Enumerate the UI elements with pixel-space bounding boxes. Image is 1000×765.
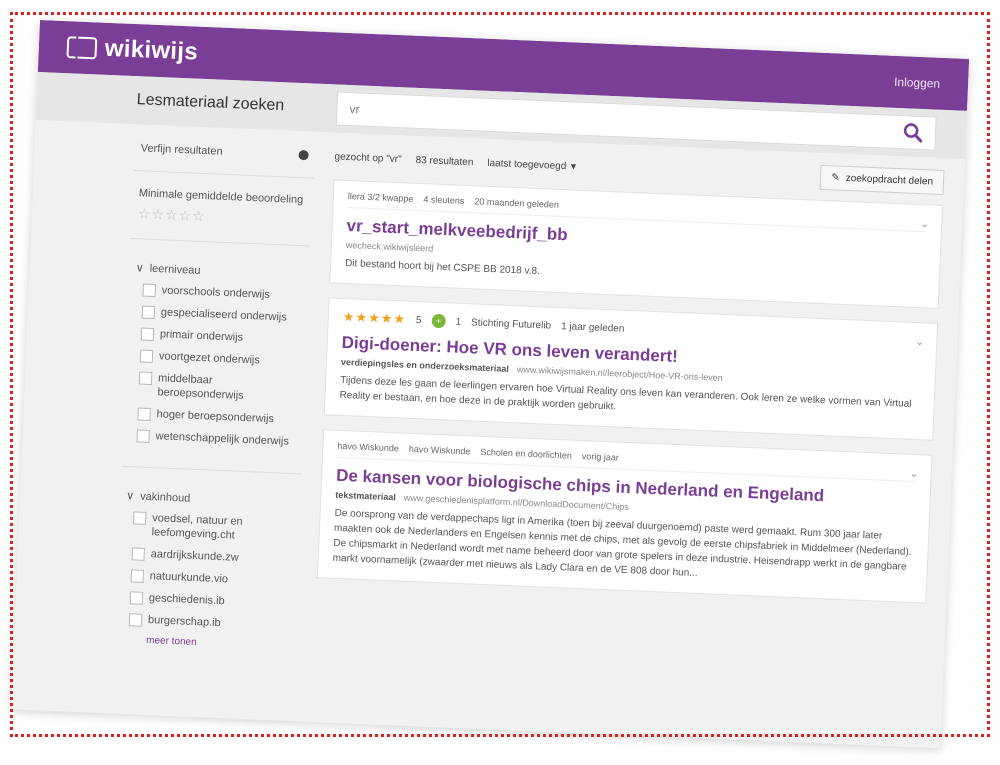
badge-count: 1: [455, 316, 462, 328]
plus-badge-icon: +: [431, 313, 446, 329]
facet-option[interactable]: hoger beroepsonderwijs: [137, 406, 297, 427]
sidebar: Verfijn resultaten Minimale gemiddelde b…: [114, 134, 316, 660]
facet-option[interactable]: middelbaar beroepsonderwijs: [138, 370, 299, 405]
facet-option[interactable]: burgerschap.ib: [128, 612, 289, 633]
search-title: Lesmateriaal zoeken: [136, 91, 285, 115]
facet-option-label: voorschools onderwijs: [161, 284, 271, 301]
checkbox[interactable]: [132, 511, 147, 525]
checkbox[interactable]: [138, 371, 153, 386]
facet-option-label: voortgezet onderwijs: [158, 350, 261, 367]
tag: vorig jaar: [581, 451, 620, 463]
tag: Scholen en doorlichten: [480, 446, 573, 461]
star-rating: ★★★★★: [342, 308, 407, 327]
page-screenshot: wikiwijs Inloggen Lesmateriaal zoeken vr…: [11, 20, 970, 749]
result-type: tekstmateriaal: [335, 489, 397, 503]
tag: 4 sleutens: [423, 194, 465, 206]
book-logo-icon: [66, 36, 98, 60]
tag: havo Wiskunde: [337, 440, 400, 454]
facet-option-label: gespecialiseerd onderwijs: [160, 306, 287, 324]
checkbox[interactable]: [141, 305, 156, 320]
refine-label: Verfijn resultaten: [140, 142, 223, 158]
facet-leerniveau: ∨ leerniveau voorschools onderwijs gespec…: [122, 247, 311, 465]
facet-option[interactable]: natuurkunde.vio: [130, 568, 291, 589]
facet-option-label: primair onderwijs: [159, 328, 244, 344]
result-author[interactable]: Stichting Futurelib: [471, 317, 551, 331]
sort-select[interactable]: laatst toegevoegd ▼: [487, 158, 578, 173]
facet-option-label: voedsel, natuur en leefomgeving.cht: [151, 512, 243, 542]
gear-icon[interactable]: [298, 149, 309, 161]
result-type: verdiepingsles en onderzoeksmateriaal: [340, 356, 510, 374]
facet-title[interactable]: vakinhoud: [140, 490, 191, 504]
facet-option-label: wetenschappelijk onderwijs: [155, 430, 290, 448]
facet-option[interactable]: voedsel, natuur en leefomgeving.cht: [132, 510, 293, 545]
chevron-down-icon[interactable]: ⌄: [915, 335, 925, 348]
facet-option[interactable]: voortgezet onderwijs: [139, 348, 300, 369]
facet-option-label: middelbaar beroepsonderwijs: [157, 372, 244, 402]
results-column: gezocht op "vr" 83 resultaten laatst toe…: [313, 142, 945, 686]
checkbox[interactable]: [130, 569, 145, 583]
search-query: vr: [349, 102, 360, 117]
result-count: 83 resultaten: [415, 154, 474, 169]
facet-option[interactable]: geschiedenis.ib: [129, 590, 290, 611]
login-link[interactable]: Inloggen: [894, 75, 941, 91]
facet-option[interactable]: voorschools onderwijs: [142, 283, 303, 304]
searched-label[interactable]: gezocht op "vr": [334, 151, 402, 165]
result-card[interactable]: llera 3/2 kwappe 4 sleutens 20 maanden g…: [329, 179, 944, 309]
facet-vakinhoud: ∨ vakinhoud voedsel, natuur en leefomgevi…: [114, 475, 301, 660]
chevron-down-icon[interactable]: ∨: [126, 489, 135, 502]
facet-option[interactable]: primair onderwijs: [140, 327, 301, 348]
chevron-down-icon[interactable]: ∨: [135, 261, 144, 274]
sort-label: laatst toegevoegd: [487, 157, 567, 173]
result-age: 1 jaar geleden: [560, 320, 625, 335]
facet-option[interactable]: gespecialiseerd onderwijs: [141, 305, 302, 326]
share-search-label: zoekopdracht delen: [845, 172, 934, 188]
checkbox[interactable]: [142, 283, 157, 298]
result-card[interactable]: havo Wiskunde havo Wiskunde Scholen en d…: [316, 429, 933, 604]
share-search-button[interactable]: ✎ zoekopdracht delen: [819, 164, 945, 195]
show-more-link[interactable]: meer tonen: [146, 635, 288, 652]
checkbox[interactable]: [128, 613, 143, 627]
tag: havo Wiskunde: [408, 443, 471, 457]
pencil-icon: ✎: [831, 172, 841, 184]
rating-count: 5: [415, 314, 422, 326]
checkbox[interactable]: [129, 591, 144, 605]
brand-name: wikiwijs: [104, 34, 199, 66]
chevron-down-icon[interactable]: ⌄: [909, 467, 919, 480]
facet-option-label: burgerschap.ib: [147, 614, 221, 630]
facet-option-label: hoger beroepsonderwijs: [156, 408, 275, 426]
facet-option-label: natuurkunde.vio: [149, 570, 229, 586]
logo[interactable]: wikiwijs: [66, 33, 198, 66]
checkbox[interactable]: [136, 429, 150, 443]
tag: 20 maanden geleden: [474, 196, 560, 210]
tag: llera 3/2 kwappe: [347, 191, 414, 204]
result-source: wecheck.wikiwijsleerd: [345, 240, 434, 254]
facet-option[interactable]: aardrijkskunde.zw: [131, 546, 291, 567]
caret-down-icon: ▼: [568, 161, 579, 172]
facet-option-label: geschiedenis.ib: [148, 592, 225, 608]
chevron-down-icon[interactable]: ⌄: [920, 217, 930, 230]
rating-filter-stars[interactable]: ☆☆☆☆☆: [138, 205, 307, 229]
facet-title[interactable]: leerniveau: [150, 262, 201, 276]
checkbox[interactable]: [137, 407, 151, 421]
checkbox[interactable]: [139, 349, 154, 364]
search-icon[interactable]: [903, 122, 924, 143]
facet-option-label: aardrijkskunde.zw: [150, 548, 239, 564]
result-card[interactable]: ★★★★★ 5 + 1 Stichting Futurelib 1 jaar g…: [323, 297, 939, 441]
rating-filter-label: Minimale gemiddelde beoordeling: [138, 187, 304, 207]
checkbox[interactable]: [131, 547, 145, 561]
facet-option[interactable]: wetenschappelijk onderwijs: [136, 428, 296, 449]
checkbox[interactable]: [140, 327, 155, 342]
